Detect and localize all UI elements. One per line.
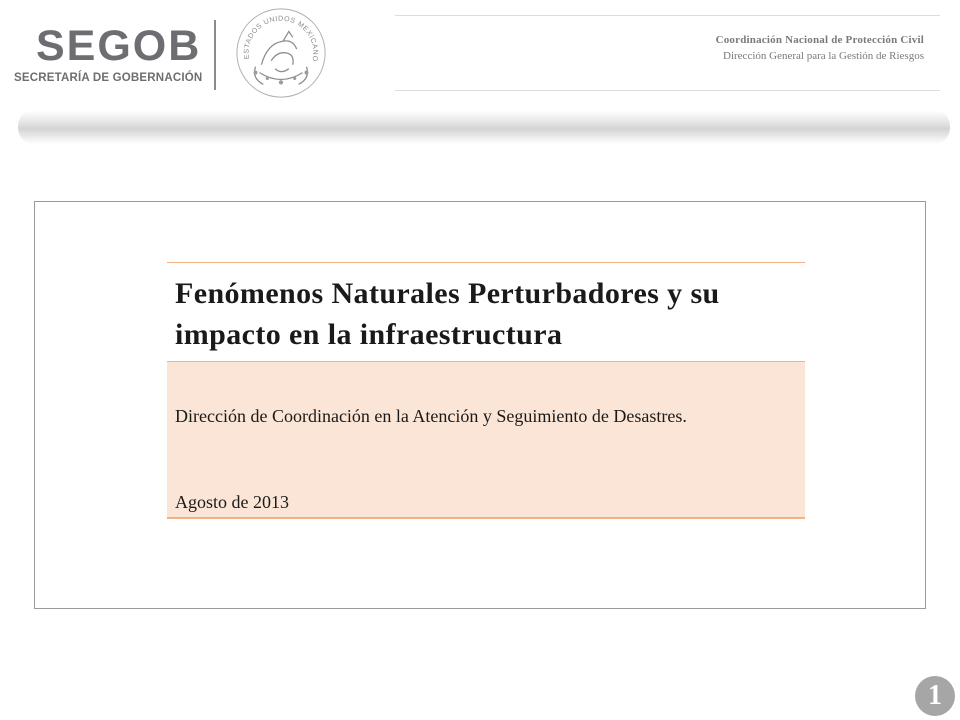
title-box: Fenómenos Naturales Perturbadores y su i…: [167, 262, 805, 362]
org-subtitle: Dirección General para la Gestión de Rie…: [723, 50, 924, 62]
segob-logo: SEGOB: [36, 22, 202, 70]
logo-subtitle: SECRETARÍA DE GOBERNACIÓN: [14, 72, 203, 84]
header: SEGOB SECRETARÍA DE GOBERNACIÓN ESTADOS …: [0, 0, 960, 110]
header-rule-bottom: [395, 90, 940, 91]
org-title: Coordinación Nacional de Protección Civi…: [715, 34, 924, 46]
page-number-badge: 1: [915, 676, 955, 716]
svg-text:ESTADOS UNIDOS MEXICANOS: ESTADOS UNIDOS MEXICANOS: [232, 4, 318, 62]
header-rule-top: [395, 15, 940, 16]
seal-text: ESTADOS UNIDOS MEXICANOS: [232, 4, 318, 62]
slide-title: Fenómenos Naturales Perturbadores y su i…: [175, 277, 720, 351]
date-text: Agosto de 2013: [175, 492, 289, 512]
department-text: Dirección de Coordinación en la Atención…: [175, 406, 687, 426]
info-box: Dirección de Coordinación en la Atención…: [167, 362, 805, 519]
logo-divider: [214, 20, 216, 90]
header-shadow-band: [18, 110, 950, 144]
mexican-coat-of-arms-icon: ESTADOS UNIDOS MEXICANOS: [232, 4, 326, 98]
